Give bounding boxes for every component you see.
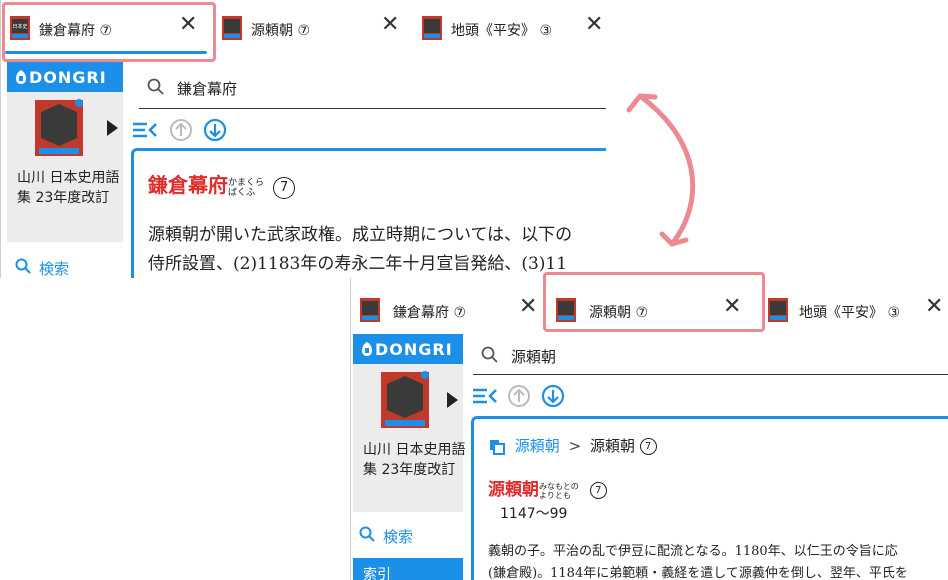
bidirectional-arrow-icon: [626, 93, 696, 247]
